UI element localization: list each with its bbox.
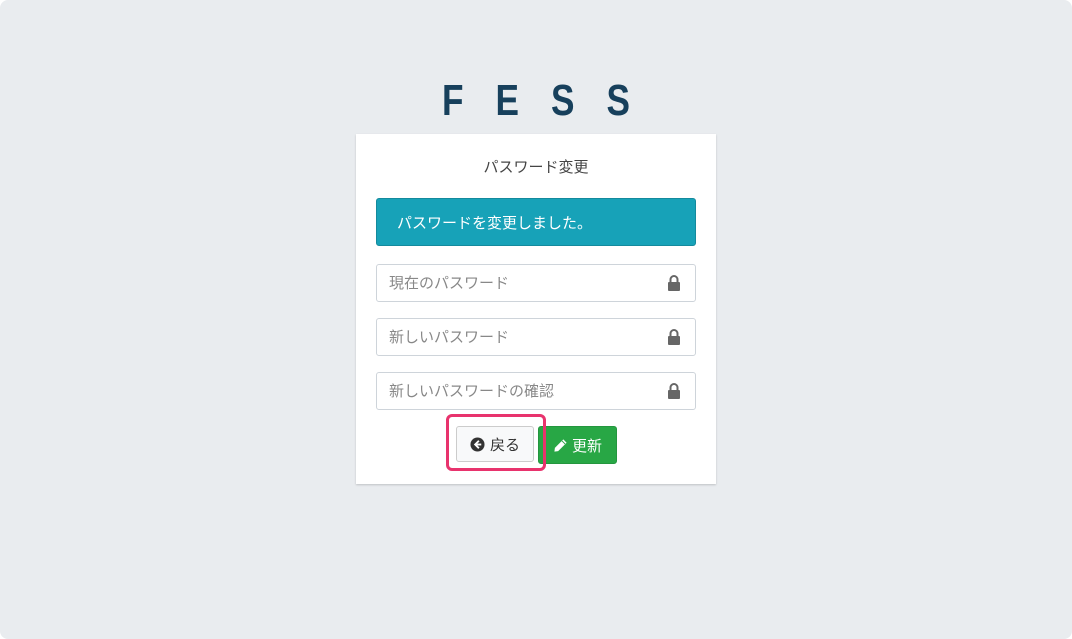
arrow-circle-left-icon: [470, 436, 485, 452]
back-button[interactable]: 戻る: [456, 426, 534, 462]
update-button[interactable]: 更新: [538, 426, 617, 464]
pencil-icon: [554, 438, 567, 452]
password-change-card: パスワード変更 パスワードを変更しました。 戻る 更新: [356, 134, 716, 484]
confirm-password-input[interactable]: [377, 373, 649, 409]
current-password-field[interactable]: [376, 264, 696, 302]
success-alert: パスワードを変更しました。: [376, 198, 696, 246]
update-button-label: 更新: [571, 436, 602, 455]
page-title: パスワード変更: [483, 158, 589, 176]
current-password-input[interactable]: [377, 265, 649, 301]
lock-icon: [668, 329, 680, 345]
new-password-input[interactable]: [377, 319, 649, 355]
new-password-field[interactable]: [376, 318, 696, 356]
lock-icon: [668, 275, 680, 291]
confirm-password-field[interactable]: [376, 372, 696, 410]
back-button-label: 戻る: [489, 435, 520, 454]
page: FESS パスワード変更 パスワードを変更しました。 戻る 更新: [0, 0, 1072, 639]
lock-icon: [668, 383, 680, 399]
fess-logo: FESS: [442, 76, 662, 125]
